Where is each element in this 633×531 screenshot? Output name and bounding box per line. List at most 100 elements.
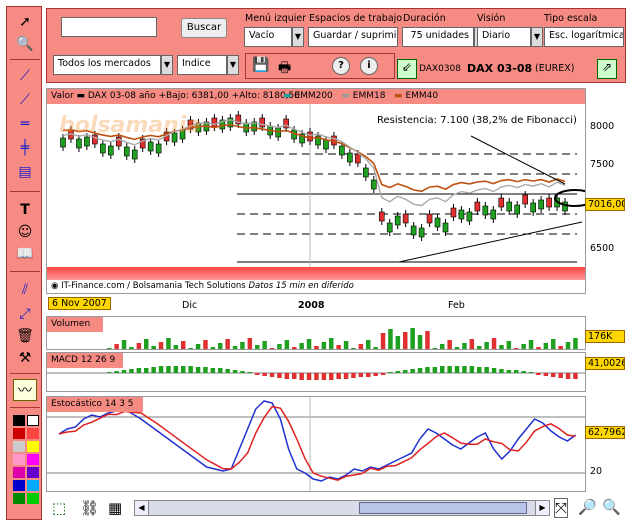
color-swatch[interactable]	[27, 454, 39, 465]
macd-bar	[173, 366, 179, 373]
volume-bar	[225, 339, 230, 349]
candle	[562, 201, 568, 212]
candle	[323, 139, 329, 150]
color-swatch[interactable]	[13, 428, 25, 439]
macd-bar	[558, 373, 563, 378]
grid-icon[interactable]: ▦	[108, 499, 122, 517]
scale-select[interactable]: Esc. logarítmica	[544, 27, 624, 47]
volume-bar	[521, 344, 526, 349]
link-icon[interactable]: ⛓	[80, 499, 99, 517]
type-select[interactable]: Indice	[177, 55, 227, 75]
duration-select[interactable]: 75 unidades	[402, 27, 474, 47]
zoom-icon[interactable]: 🔍	[13, 33, 37, 55]
trash-icon[interactable]: 🗑	[13, 325, 37, 347]
info-icon[interactable]: i	[360, 57, 378, 75]
macd-bar	[240, 371, 245, 373]
chevron-down-icon[interactable]: ▼	[227, 55, 239, 75]
save-icon[interactable]: 💾	[252, 57, 269, 73]
macd-bar	[107, 372, 112, 373]
fibonacci-icon[interactable]: ▤	[13, 161, 37, 183]
spaces-select[interactable]: Guardar / suprimir	[308, 27, 398, 47]
candle	[211, 117, 218, 128]
volume-bar	[343, 341, 349, 349]
scroll-right-icon[interactable]: ▶	[535, 501, 549, 515]
volume-bar	[121, 340, 127, 349]
color-swatch[interactable]	[27, 441, 39, 452]
volume-bar	[565, 342, 571, 349]
color-swatch[interactable]	[27, 428, 39, 439]
volume-bar	[358, 344, 364, 349]
date-start: 6 Nov 2007	[48, 297, 111, 310]
macd-bar	[144, 368, 149, 373]
chevron-down-icon[interactable]: ▼	[161, 55, 173, 75]
zoom-out-icon[interactable]: 🔎	[578, 498, 597, 516]
chart-export-icon[interactable]: ⬚	[52, 499, 66, 517]
next-symbol-icon[interactable]: ⇗	[597, 59, 617, 79]
text-tool-icon[interactable]: T	[13, 199, 37, 221]
volume-bar	[181, 341, 186, 349]
volume-bar	[425, 331, 430, 349]
horizontal-line-icon[interactable]: ═	[13, 113, 37, 135]
arrow-tool-icon[interactable]: ⤢	[13, 303, 37, 325]
volume-bar	[262, 341, 267, 349]
markets-select[interactable]: Todos los mercados	[53, 55, 161, 75]
chevron-down-icon[interactable]: ▼	[531, 27, 543, 47]
color-swatch[interactable]	[13, 467, 25, 478]
macd-bar	[410, 369, 415, 373]
color-swatch[interactable]	[27, 467, 39, 478]
watermark: bolsamania	[59, 113, 202, 138]
menu-select[interactable]: Vacío	[244, 27, 292, 47]
tools-icon[interactable]: ⚒	[13, 347, 37, 369]
volume-bar	[373, 347, 378, 349]
help-icon[interactable]: ?	[332, 57, 350, 75]
trendline	[398, 221, 583, 263]
zoom-in-icon[interactable]: 🔍	[602, 498, 621, 516]
color-swatch[interactable]	[13, 480, 25, 491]
macd-bar	[521, 371, 526, 373]
horizontal-scrollbar[interactable]: ◀ ▶	[134, 500, 550, 516]
candle	[482, 205, 489, 216]
color-swatch[interactable]	[13, 493, 25, 504]
macd-title: MACD 12 26 9	[47, 353, 123, 368]
scroll-left-icon[interactable]: ◀	[135, 501, 149, 515]
y-tick: 7500	[590, 159, 615, 170]
color-swatch[interactable]	[27, 415, 39, 426]
color-swatch[interactable]	[27, 480, 39, 491]
trendline-icon[interactable]: ⟋	[13, 65, 37, 87]
zoom-fit-icon[interactable]: ⤧	[554, 498, 569, 518]
color-swatch[interactable]	[13, 415, 25, 426]
volume-bar	[136, 343, 142, 349]
volume-chart[interactable]	[47, 317, 586, 350]
comment-icon[interactable]: ☺	[13, 221, 37, 243]
channel-icon[interactable]: ⫽	[13, 279, 37, 301]
print-icon[interactable]: 🖶	[278, 57, 291, 81]
volume-bar	[440, 344, 445, 349]
macd-bar	[440, 366, 445, 373]
macd-bar	[203, 367, 208, 373]
chart-style-icon[interactable]: 〰	[13, 379, 37, 401]
pointer-icon[interactable]: ➚	[13, 11, 37, 33]
prev-symbol-icon[interactable]: ⇙	[397, 59, 417, 79]
search-button[interactable]: Buscar	[181, 18, 227, 38]
last-price-badge: 7016,00	[585, 198, 625, 211]
scroll-thumb[interactable]	[359, 502, 527, 514]
actions-bar: 💾 🖶 ? i	[245, 53, 395, 79]
view-select[interactable]: Diario	[477, 27, 531, 47]
macd-chart[interactable]	[47, 353, 586, 392]
color-swatch[interactable]	[27, 493, 39, 504]
vertical-line-icon[interactable]: ╪	[13, 137, 37, 159]
stoch-y-tick: 20	[590, 466, 603, 477]
date-axis: 6 Nov 2007 Dic 2008 Feb	[46, 296, 586, 314]
macd-bar	[225, 369, 230, 373]
book-icon[interactable]: 📖	[13, 243, 37, 265]
chevron-down-icon[interactable]: ▼	[292, 27, 304, 47]
date-label: Dic	[182, 300, 198, 311]
macd-bar	[321, 373, 327, 380]
macd-bar	[292, 373, 297, 379]
candle	[418, 227, 425, 238]
color-swatch[interactable]	[13, 454, 25, 465]
search-input[interactable]	[61, 17, 157, 37]
color-swatch[interactable]	[13, 441, 25, 452]
volume-bar	[292, 347, 297, 349]
line-tool-icon[interactable]: ⟋	[13, 89, 37, 111]
